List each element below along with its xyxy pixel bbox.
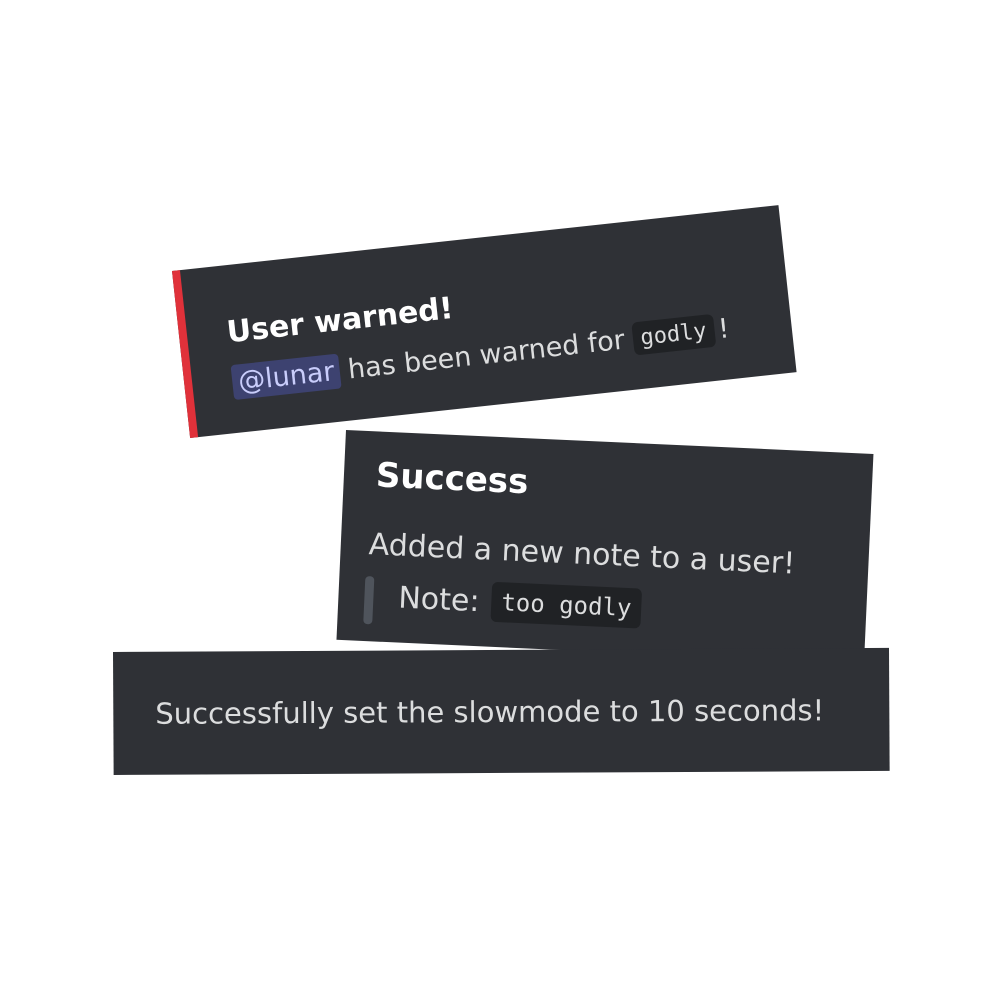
success-embed: Success Added a new note to a user! Note…: [336, 430, 874, 664]
note-code: too godly: [490, 581, 643, 629]
slowmode-embed: Successfully set the slowmode to 10 seco…: [113, 647, 890, 775]
reason-code: godly: [630, 313, 717, 356]
embed-accent-bar: [172, 270, 199, 439]
note-row: Note: too godly: [398, 578, 643, 629]
embed-title: User warned!: [225, 290, 455, 351]
blockquote-bar: [363, 576, 375, 625]
embed-description: Added a new note to a user!: [368, 527, 796, 582]
warned-text: has been warned for: [346, 324, 627, 386]
embed-title: Success: [375, 455, 530, 503]
screenshot-stage: User warned! @lunar has been warned for …: [0, 0, 1000, 1000]
note-label: Note:: [397, 580, 481, 619]
user-mention[interactable]: @lunar: [230, 353, 343, 401]
warned-trailing: !: [716, 313, 731, 346]
slowmode-message: Successfully set the slowmode to 10 seco…: [155, 692, 825, 731]
warned-embed: User warned! @lunar has been warned for …: [172, 205, 797, 439]
